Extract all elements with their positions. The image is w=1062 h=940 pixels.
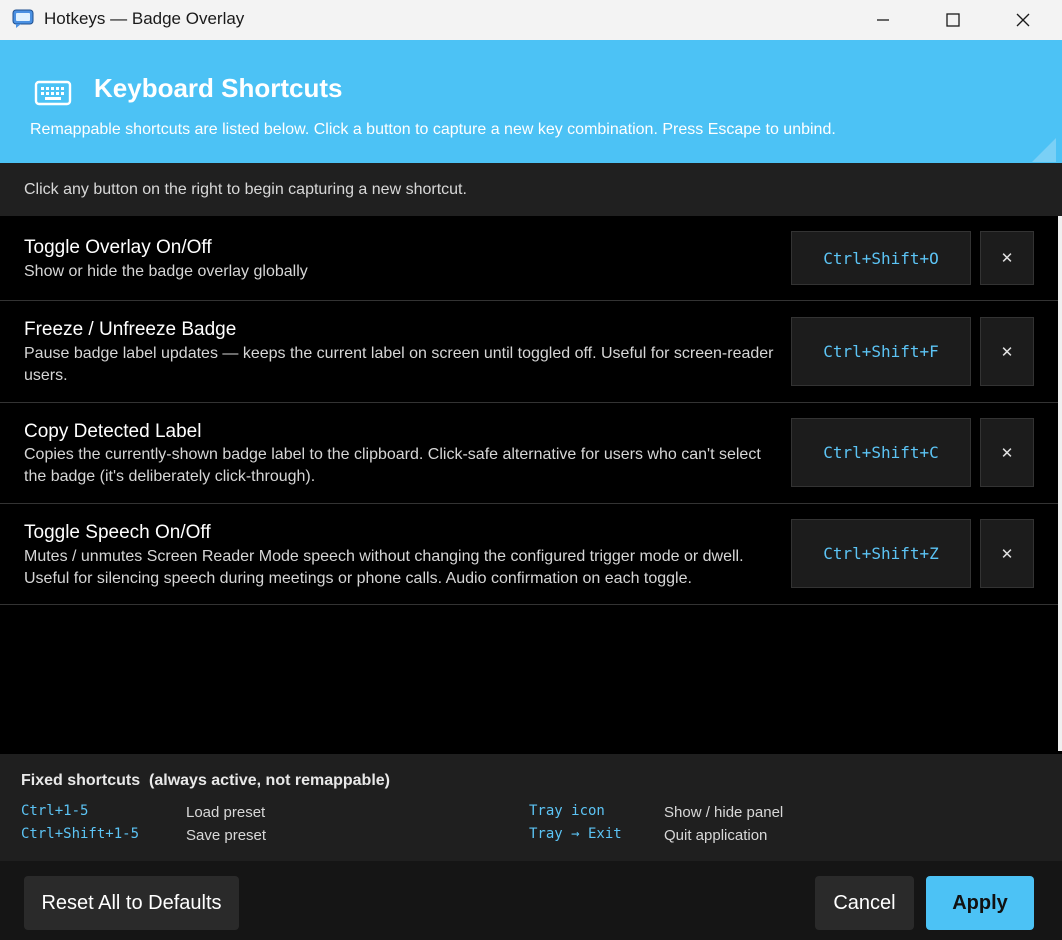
shortcut-description: Copies the currently-shown badge label t… [24,446,761,485]
page-subtitle: Remappable shortcuts are listed below. C… [30,121,836,138]
fixed-shortcut-desc: Show / hide panel [664,804,784,821]
unbind-button[interactable]: ✕ [980,231,1034,285]
unbind-button[interactable]: ✕ [980,418,1034,487]
shortcut-name: Freeze / Unfreeze Badge [24,319,237,340]
maximize-icon [946,13,960,27]
fixed-shortcut-desc: Load preset [186,804,266,821]
unbind-button[interactable]: ✕ [980,519,1034,588]
title-bar: Hotkeys — Badge Overlay [0,0,1062,40]
capture-key-button[interactable]: Ctrl+Shift+C [791,418,971,487]
fixed-shortcuts-title: Fixed shortcuts (always active, not rema… [21,772,390,789]
apply-button[interactable]: Apply [926,876,1034,930]
fixed-shortcut-key: Ctrl+1-5 [21,803,89,819]
shortcut-description: Pause badge label updates — keeps the cu… [24,345,774,384]
unbind-button[interactable]: ✕ [980,317,1034,386]
capture-key-button[interactable]: Ctrl+Shift+Z [791,519,971,588]
shortcut-name: Copy Detected Label [24,421,202,442]
fixed-shortcut-key: Tray → Exit [529,826,622,842]
page-title: Keyboard Shortcuts [94,73,343,103]
capture-key-button[interactable]: Ctrl+Shift+O [791,231,971,285]
cancel-button[interactable]: Cancel [815,876,914,930]
close-button[interactable] [988,0,1058,40]
maximize-button[interactable] [918,0,988,40]
resize-grip-icon[interactable] [1032,138,1056,162]
fixed-shortcut-desc: Save preset [186,827,267,844]
fixed-shortcut-desc: Quit application [664,827,768,844]
chat-bubble-app-icon [12,9,34,28]
close-icon [1016,13,1030,27]
shortcut-name: Toggle Overlay On/Off [24,237,212,258]
keyboard-icon [34,80,72,106]
shortcut-name: Toggle Speech On/Off [24,522,211,543]
fixed-shortcut-key: Tray icon [529,803,605,819]
minimize-button[interactable] [848,0,918,40]
shortcut-description: Mutes / unmutes Screen Reader Mode speec… [24,548,744,587]
minimize-icon [877,19,889,21]
hint-text: Click any button on the right to begin c… [24,181,467,198]
window-title: Hotkeys — Badge Overlay [44,9,245,28]
shortcut-description: Show or hide the badge overlay globally [24,263,308,280]
capture-key-button[interactable]: Ctrl+Shift+F [791,317,971,386]
fixed-shortcut-key: Ctrl+Shift+1-5 [21,826,140,842]
reset-defaults-button[interactable]: Reset All to Defaults [24,876,239,930]
